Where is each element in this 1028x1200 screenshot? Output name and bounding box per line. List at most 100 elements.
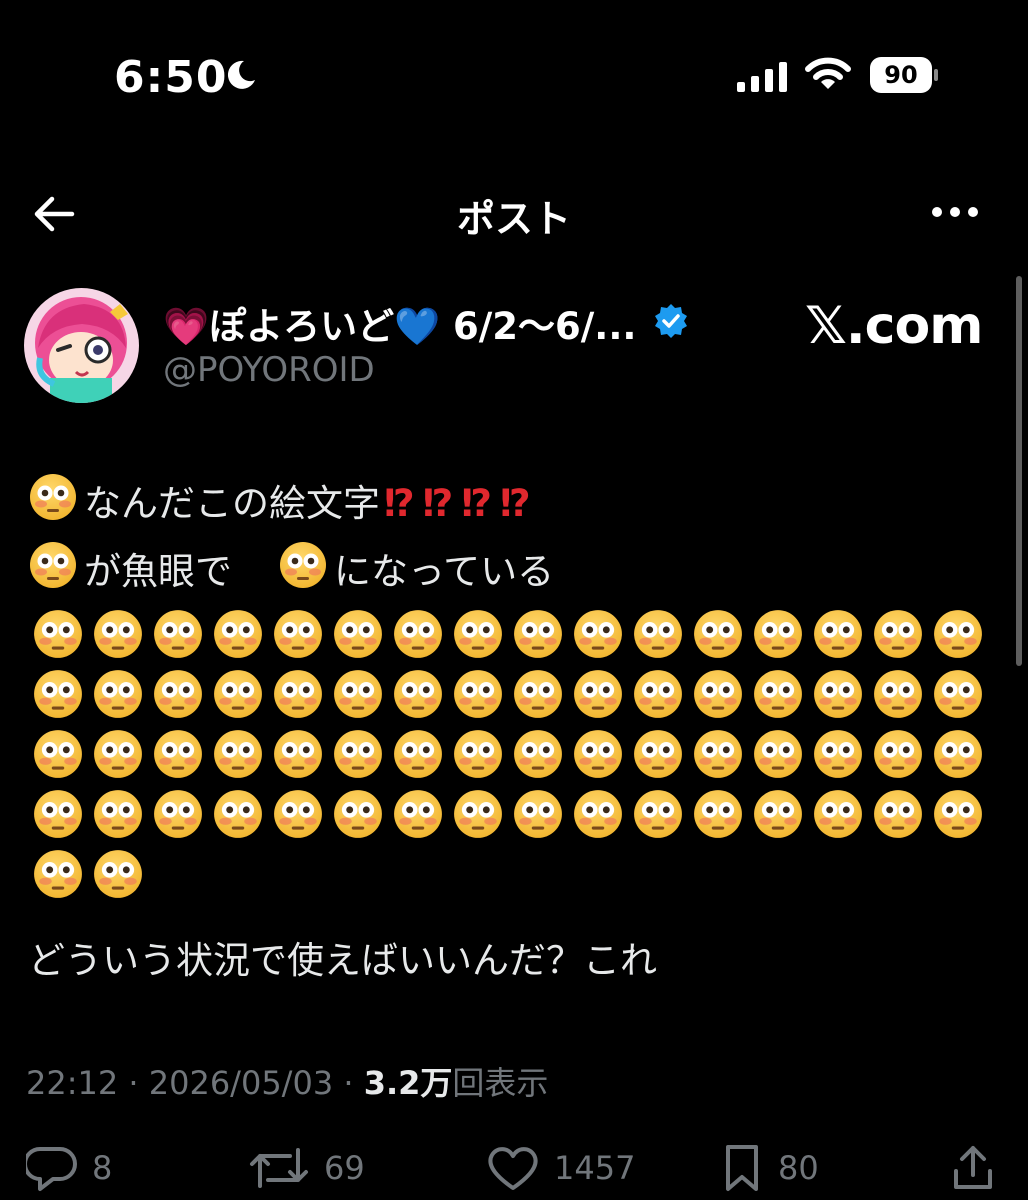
flushed-emoji-icon (148, 724, 208, 784)
bookmark-button[interactable]: 80 (720, 1142, 819, 1194)
scrollbar[interactable] (1016, 276, 1022, 666)
post-text-line-last: どういう状況で使えばいいんだ？これ (28, 939, 657, 982)
flushed-emoji-icon (868, 604, 928, 664)
flushed-emoji-icon (148, 604, 208, 664)
flushed-emoji-icon (808, 784, 868, 844)
author-handle[interactable]: @POYOROID (163, 350, 375, 390)
flushed-emoji-icon (448, 604, 508, 664)
avatar[interactable] (24, 288, 139, 403)
flushed-emoji-icon (688, 784, 748, 844)
flushed-emoji-icon (808, 604, 868, 664)
post-text-line-2b: になっている (334, 549, 555, 593)
reply-count: 8 (92, 1149, 113, 1187)
meta-separator: · (118, 1064, 149, 1102)
post-text-line-2: が魚眼で になっている (28, 540, 554, 593)
flushed-emoji-icon (928, 664, 988, 724)
flushed-emoji-icon (628, 724, 688, 784)
flushed-emoji-icon (628, 784, 688, 844)
flushed-emoji-icon (508, 664, 568, 724)
flushed-emoji-icon (748, 604, 808, 664)
flushed-emoji-icon (268, 664, 328, 724)
flushed-emoji-icon (328, 664, 388, 724)
reply-button[interactable]: 8 (26, 1142, 112, 1194)
flushed-emoji-icon (448, 784, 508, 844)
flushed-emoji-icon (868, 724, 928, 784)
flushed-emoji-icon (808, 724, 868, 784)
flushed-emoji-icon (508, 604, 568, 664)
meta-separator: · (333, 1064, 364, 1102)
flushed-emoji-icon (508, 784, 568, 844)
exclaim-mark-2: ⁉ (422, 481, 462, 525)
exclamation-question-marks: ⁉⁉⁉⁉ (384, 479, 539, 529)
flushed-emoji-icon (328, 604, 388, 664)
flushed-emoji-icon (868, 664, 928, 724)
flushed-emoji-icon (268, 784, 328, 844)
battery-icon: 90 (870, 57, 932, 93)
flushed-emoji-icon (688, 664, 748, 724)
like-button[interactable]: 1457 (486, 1142, 635, 1194)
flushed-emoji-icon (508, 724, 568, 784)
author-name-trail: 6/2～6/... (440, 305, 637, 348)
flushed-emoji-icon (628, 664, 688, 724)
post-date[interactable]: 2026/05/03 (149, 1064, 333, 1102)
flushed-emoji-icon (568, 784, 628, 844)
heart-icon (488, 1147, 538, 1190)
flushed-emoji-icon (208, 664, 268, 724)
flushed-emoji-icon (748, 784, 808, 844)
flushed-emoji-icon (28, 540, 78, 603)
flushed-emoji-icon (388, 724, 448, 784)
flushed-emoji-icon (328, 784, 388, 844)
emoji-grid (28, 604, 988, 904)
post-meta: 22:12 · 2026/05/03 · 3.2万回表示 (26, 1058, 548, 1104)
flushed-emoji-icon (388, 604, 448, 664)
flushed-emoji-icon (568, 664, 628, 724)
wifi-icon (805, 57, 851, 89)
flushed-emoji-icon (268, 604, 328, 664)
emoji-row (28, 604, 988, 664)
flushed-emoji-icon (88, 844, 148, 904)
flushed-emoji-icon (928, 604, 988, 664)
flushed-emoji-icon (278, 540, 328, 603)
flushed-emoji-icon (208, 724, 268, 784)
flushed-emoji-icon (28, 604, 88, 664)
like-count: 1457 (554, 1149, 636, 1187)
cellular-signal-icon (737, 62, 787, 92)
post-text-line-2a: が魚眼で (84, 549, 232, 593)
moon-icon (227, 60, 255, 89)
emoji-row (28, 664, 988, 724)
emoji-row (28, 844, 988, 904)
flushed-emoji-icon (28, 724, 88, 784)
flushed-emoji-icon (28, 472, 78, 535)
views-label: 回表示 (452, 1064, 549, 1102)
flushed-emoji-icon (748, 724, 808, 784)
reply-icon (26, 1147, 77, 1191)
flushed-emoji-icon (28, 664, 88, 724)
flushed-emoji-icon (28, 844, 88, 904)
status-time: 6:50 (114, 52, 228, 103)
post-text-line-1: なんだこの絵文字 ⁉⁉⁉⁉ (28, 472, 539, 525)
repost-icon (250, 1148, 308, 1188)
flushed-emoji-icon (748, 664, 808, 724)
flushed-emoji-icon (388, 664, 448, 724)
post-time[interactable]: 22:12 (26, 1064, 118, 1102)
author-display-name[interactable]: 💗ぽよろいど💙 6/2～6/... (163, 296, 636, 350)
repost-button[interactable]: 69 (248, 1142, 365, 1194)
flushed-emoji-icon (208, 784, 268, 844)
flushed-emoji-icon (148, 784, 208, 844)
x-com-watermark: 𝕏.com (805, 296, 983, 356)
share-icon (954, 1146, 992, 1189)
heart-blue-emoji: 💙 (394, 305, 441, 348)
flushed-emoji-icon (268, 724, 328, 784)
share-button[interactable] (950, 1142, 996, 1194)
heart-pink-emoji: 💗 (163, 305, 210, 348)
verified-badge-icon (655, 304, 687, 338)
battery-cap (934, 69, 938, 81)
bookmark-count: 80 (778, 1149, 819, 1187)
bookmark-icon (726, 1145, 758, 1191)
emoji-row (28, 724, 988, 784)
flushed-emoji-icon (88, 724, 148, 784)
flushed-emoji-icon (208, 604, 268, 664)
post-text-line-1-text: なんだこの絵文字 (84, 481, 380, 525)
exclaim-mark-3: ⁉ (461, 481, 501, 525)
more-options-icon[interactable] (930, 201, 980, 223)
